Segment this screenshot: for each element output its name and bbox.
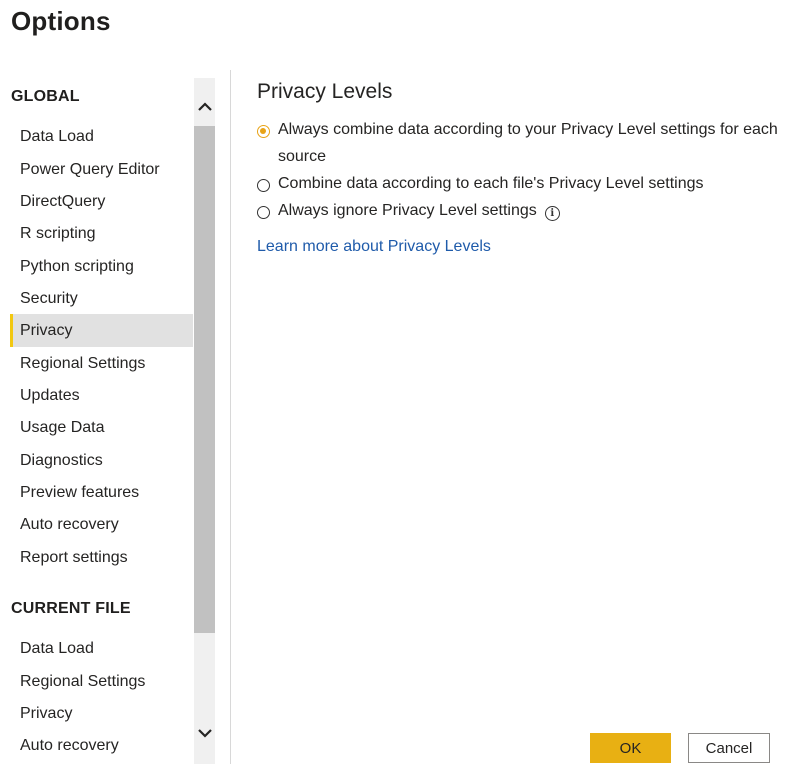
nav-item-power-query-editor[interactable]: Power Query Editor xyxy=(10,153,193,186)
options-nav: GLOBAL Data Load Power Query Editor Dire… xyxy=(0,78,194,764)
radio-button-checked[interactable] xyxy=(257,125,270,138)
radio-always-ignore[interactable]: Always ignore Privacy Level settings i xyxy=(257,201,560,224)
scroll-thumb[interactable] xyxy=(194,126,215,633)
radio-button[interactable] xyxy=(257,179,270,192)
nav-item-security[interactable]: Security xyxy=(10,282,193,315)
nav-item-privacy[interactable]: Privacy xyxy=(10,314,193,347)
info-icon[interactable]: i xyxy=(544,206,560,221)
section-title: Privacy Levels xyxy=(257,80,393,103)
page-title: Options xyxy=(11,6,111,36)
nav-item-file-auto-recovery[interactable]: Auto recovery xyxy=(10,729,193,762)
nav-item-report-settings[interactable]: Report settings xyxy=(10,541,193,574)
nav-item-updates[interactable]: Updates xyxy=(10,379,193,412)
nav-item-directquery[interactable]: DirectQuery xyxy=(10,185,193,218)
cancel-button[interactable]: Cancel xyxy=(688,733,770,763)
radio-label: Always ignore Privacy Level settings xyxy=(278,202,537,219)
scroll-down-button[interactable] xyxy=(194,720,215,746)
section-heading-global: GLOBAL xyxy=(11,88,80,105)
nav-item-data-load[interactable]: Data Load xyxy=(10,120,193,153)
nav-item-python-scripting[interactable]: Python scripting xyxy=(10,250,193,283)
chevron-up-icon xyxy=(197,102,212,111)
nav-item-preview-features[interactable]: Preview features xyxy=(10,476,193,509)
section-heading-current-file: CURRENT FILE xyxy=(11,600,131,617)
nav-item-auto-recovery[interactable]: Auto recovery xyxy=(10,508,193,541)
nav-item-file-regional-settings[interactable]: Regional Settings xyxy=(10,665,193,698)
radio-always-combine[interactable]: Always combine data according to your Pr… xyxy=(257,120,782,170)
nav-item-file-data-load[interactable]: Data Load xyxy=(10,632,193,665)
nav-scrollbar[interactable] xyxy=(194,78,215,764)
nav-item-regional-settings[interactable]: Regional Settings xyxy=(10,347,193,380)
radio-combine-per-file[interactable]: Combine data according to each file's Pr… xyxy=(257,174,704,197)
scroll-up-button[interactable] xyxy=(194,94,215,120)
learn-more-link[interactable]: Learn more about Privacy Levels xyxy=(257,238,491,256)
chevron-down-icon xyxy=(197,729,212,738)
ok-button[interactable]: OK xyxy=(590,733,671,763)
nav-item-usage-data[interactable]: Usage Data xyxy=(10,411,193,444)
radio-button[interactable] xyxy=(257,206,270,219)
radio-label-wrap: Always ignore Privacy Level settings i xyxy=(278,197,560,224)
radio-label: Always combine data according to your Pr… xyxy=(278,121,778,165)
nav-item-r-scripting[interactable]: R scripting xyxy=(10,217,193,250)
nav-item-file-privacy[interactable]: Privacy xyxy=(10,697,193,730)
radio-label: Combine data according to each file's Pr… xyxy=(278,175,704,192)
nav-item-diagnostics[interactable]: Diagnostics xyxy=(10,444,193,477)
pane-divider xyxy=(230,70,231,764)
privacy-levels-panel: Privacy Levels Always combine data accor… xyxy=(257,80,787,255)
